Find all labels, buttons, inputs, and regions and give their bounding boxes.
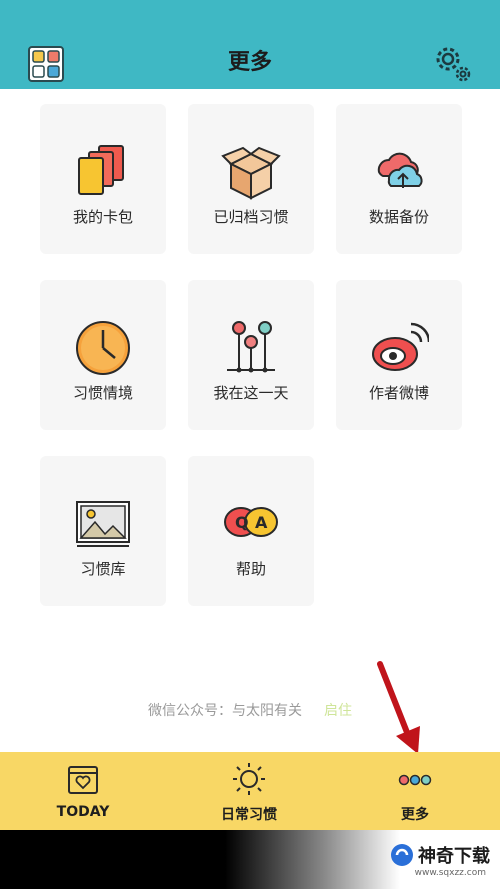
tile-help[interactable]: Q A 帮助 [188,456,314,606]
card-wallet-icon [78,145,124,195]
tile-label: 习惯库 [80,560,126,578]
tab-label: TODAY [56,804,110,820]
tile-label: 帮助 [235,560,266,578]
three-dots-icon [398,774,432,786]
sun-icon [233,763,265,795]
page-title: 更多 [227,50,272,75]
bottom-tab-bar: TODAY 日常习惯 更多 [0,752,500,830]
svg-text:Q: Q [235,513,249,532]
watermark: 神奇下载 [390,842,490,868]
tab-label: 更多 [401,807,429,823]
tile-habit-context[interactable]: 习惯情境 [40,280,166,430]
tile-label: 习惯情境 [72,384,133,402]
tile-on-this-day[interactable]: 我在这一天 [188,280,314,430]
tile-label: 数据备份 [368,208,429,226]
tab-today[interactable]: TODAY [0,752,166,830]
tile-label: 我的卡包 [72,208,133,226]
tile-my-cards[interactable]: 我的卡包 [40,104,166,254]
tile-author-weibo[interactable]: 作者微博 [336,280,462,430]
calendar-heart-icon [68,766,98,794]
clock-icon [76,321,130,375]
wechat-account-text: 微信公众号：与太阳有关 [148,703,302,719]
archive-box-icon [221,146,281,200]
footer-accent-text: 启住 [324,703,352,719]
tile-archived-habits[interactable]: 已归档习惯 [188,104,314,254]
weibo-icon [372,322,429,371]
tile-label: 我在这一天 [213,384,289,402]
tile-label: 作者微博 [368,384,429,402]
app-header: 更多 [0,0,500,89]
qa-bubbles-icon: Q A [224,507,278,537]
annotation-arrow-icon [377,661,420,754]
picture-gallery-icon [76,501,130,547]
tile-data-backup[interactable]: 数据备份 [336,104,462,254]
tile-label: 已归档习惯 [213,208,289,226]
watermark-logo-icon [391,844,413,866]
svg-text:A: A [255,513,268,532]
watermark-site: www.sqxzz.com [414,868,486,878]
tab-label: 日常习惯 [221,807,277,823]
settings-gear-icon[interactable] [433,44,473,84]
tab-daily-habits[interactable]: 日常习惯 [166,752,332,830]
timeline-pins-icon [227,321,275,373]
tab-more[interactable]: 更多 [332,752,498,830]
cloud-backup-icon [377,152,423,188]
tile-habit-library[interactable]: 习惯库 [40,456,166,606]
watermark-brand: 神奇下载 [418,846,490,867]
